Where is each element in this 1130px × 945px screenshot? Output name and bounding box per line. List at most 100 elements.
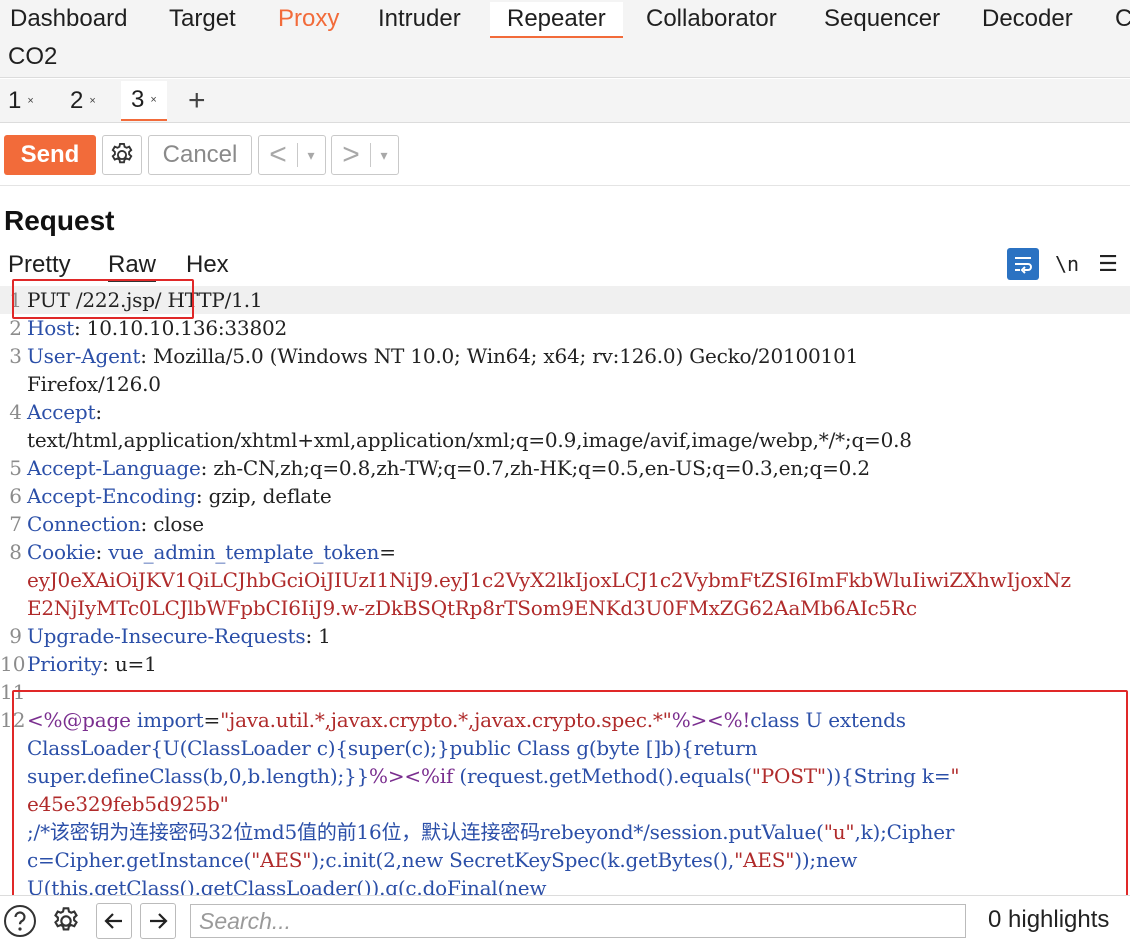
code-line: super.defineClass(b,0,b.length);}}%><%if… <box>27 762 960 790</box>
wrap-lines-icon <box>1015 257 1032 274</box>
code-token: : u=1 <box>102 652 157 676</box>
repeater-tab-label: 3 <box>131 86 145 113</box>
bottom-search-bar: 0 highlights <box>0 895 1130 945</box>
show-newlines-toggle[interactable]: \n <box>1051 248 1083 280</box>
line-number: 1 <box>9 288 22 312</box>
code-line: Accept-Language: zh-CN,zh;q=0.8,zh-TW;q=… <box>27 454 870 482</box>
code-token: ));new <box>794 848 858 872</box>
code-token: %><% <box>369 764 440 788</box>
editor-menu-button[interactable]: ☰ <box>1092 248 1124 280</box>
code-line: Accept-Encoding: gzip, deflate <box>27 482 332 510</box>
line-number: 10 <box>0 652 26 676</box>
line-number: 11 <box>0 680 26 704</box>
repeater-tab-3[interactable]: 3 × <box>121 81 167 121</box>
history-forward-group: > ▾ <box>331 135 399 175</box>
tab-intruder[interactable]: Intruder <box>378 2 461 36</box>
subtab-pretty[interactable]: Pretty <box>8 250 71 280</box>
search-input[interactable] <box>190 904 966 938</box>
line-number: 3 <box>9 344 22 368</box>
tab-decoder[interactable]: Decoder <box>982 2 1073 36</box>
history-forward-button[interactable]: > <box>332 136 370 174</box>
code-token: (request.getMethod().equals( <box>459 764 752 788</box>
code-token: : 1 <box>305 624 331 648</box>
code-line: Priority: u=1 <box>27 650 157 678</box>
send-button[interactable]: Send <box>4 135 96 175</box>
history-forward-dropdown[interactable]: ▾ <box>371 136 397 174</box>
tab-proxy[interactable]: Proxy <box>278 2 339 36</box>
subtab-hex[interactable]: Hex <box>186 250 229 280</box>
code-line: e45e329feb5d925b" <box>27 790 229 818</box>
code-token: Upgrade-Insecure-Requests <box>27 624 306 648</box>
code-line: Accept: <box>27 398 102 426</box>
repeater-tab-2[interactable]: 2 × <box>70 81 96 121</box>
code-token: "AES" <box>734 848 795 872</box>
code-token: "u" <box>823 820 855 844</box>
settings-button[interactable] <box>102 135 142 175</box>
search-settings-button[interactable] <box>48 903 84 939</box>
tab-sequencer[interactable]: Sequencer <box>824 2 940 36</box>
code-line: ;/*该密钥为连接密码32位md5值的前16位，默认连接密码rebeyond*/… <box>27 818 954 846</box>
subtab-raw[interactable]: Raw <box>108 250 157 282</box>
history-back-button[interactable]: < <box>259 136 297 174</box>
code-token: <%@page <box>27 708 137 732</box>
tab-truncated[interactable]: C <box>1115 2 1130 36</box>
line-number: 7 <box>9 512 22 536</box>
code-token: "java.util.*,javax.crypto.*,javax.crypto… <box>220 708 672 732</box>
code-token: ClassLoader{U(ClassLoader c){super(c);}p… <box>27 736 758 760</box>
code-token: = <box>203 708 221 732</box>
code-token: "POST" <box>751 764 826 788</box>
help-button[interactable] <box>2 903 38 939</box>
code-token: Host <box>27 316 74 340</box>
search-previous-button[interactable] <box>96 903 132 939</box>
toolbar: Send Cancel < ▾ > ▾ <box>0 124 1130 186</box>
history-back-dropdown[interactable]: ▾ <box>298 136 324 174</box>
code-token: text/html,application/xhtml+xml,applicat… <box>27 428 912 452</box>
tab-repeater[interactable]: Repeater <box>490 2 623 38</box>
code-line: PUT /222.jsp/ HTTP/1.1 <box>27 286 263 314</box>
code-token: : gzip, deflate <box>195 484 332 508</box>
code-line: E2NjIyMTc0LCJlbWFpbCI6IiJ9.w-zDkBSQtRp8r… <box>27 594 917 622</box>
code-token: session.putValue( <box>649 820 824 844</box>
code-token: Accept-Language <box>27 456 201 480</box>
close-icon[interactable]: × <box>27 95 33 107</box>
code-token: eyJ0eXAiOiJKV1QiLCJhbGciOiJIUzI1NiJ9.eyJ… <box>27 568 1071 592</box>
search-next-button[interactable] <box>140 903 176 939</box>
code-token: ;/*该密钥为连接密码32位md5值的前16位，默认连接密码rebeyond*/ <box>27 820 650 844</box>
code-token: c=Cipher.getInstance( <box>27 848 252 872</box>
close-icon[interactable]: × <box>89 95 95 107</box>
request-editor[interactable]: 1 PUT /222.jsp/ HTTP/1.1 2 Host: 10.10.10.1… <box>0 286 1130 895</box>
tab-target[interactable]: Target <box>169 2 236 36</box>
line-number: 9 <box>9 624 22 648</box>
code-token: Connection <box>27 512 141 536</box>
code-token: : 10.10.10.136:33802 <box>73 316 288 340</box>
code-line: U(this.getClass().getClassLoader()).g(c.… <box>27 874 547 895</box>
code-line: Cookie: vue_admin_template_token= <box>27 538 396 566</box>
line-number: 5 <box>9 456 22 480</box>
repeater-tab-1[interactable]: 1 × <box>8 81 34 121</box>
code-token: super.defineClass(b,0,b.length);}} <box>27 764 370 788</box>
tab-co2[interactable]: CO2 <box>8 40 57 74</box>
tab-dashboard[interactable]: Dashboard <box>10 2 127 36</box>
code-token: : <box>95 540 109 564</box>
repeater-tab-label: 2 <box>70 87 84 114</box>
add-tab-button[interactable]: + <box>188 81 206 121</box>
code-token: " <box>950 764 960 788</box>
code-token: %><%! <box>671 708 751 732</box>
code-line: Connection: close <box>27 510 204 538</box>
code-line: text/html,application/xhtml+xml,applicat… <box>27 426 912 454</box>
repeater-tab-label: 1 <box>8 87 22 114</box>
code-token: : <box>95 400 102 424</box>
word-wrap-toggle[interactable] <box>1007 248 1039 280</box>
tab-collaborator[interactable]: Collaborator <box>646 2 777 36</box>
close-icon[interactable]: × <box>150 94 156 106</box>
cancel-button[interactable]: Cancel <box>148 135 252 175</box>
code-line: ClassLoader{U(ClassLoader c){super(c);}p… <box>27 734 757 762</box>
line-number: 2 <box>9 316 22 340</box>
code-token: import <box>136 708 204 732</box>
code-token: vue_admin_template_token <box>108 540 380 564</box>
top-navigation: Dashboard Target Proxy Intruder Repeater… <box>0 0 1130 78</box>
arrow-left-icon <box>104 913 122 929</box>
code-token: "AES" <box>251 848 312 872</box>
code-token: Accept-Encoding <box>27 484 196 508</box>
code-token: : close <box>140 512 205 536</box>
